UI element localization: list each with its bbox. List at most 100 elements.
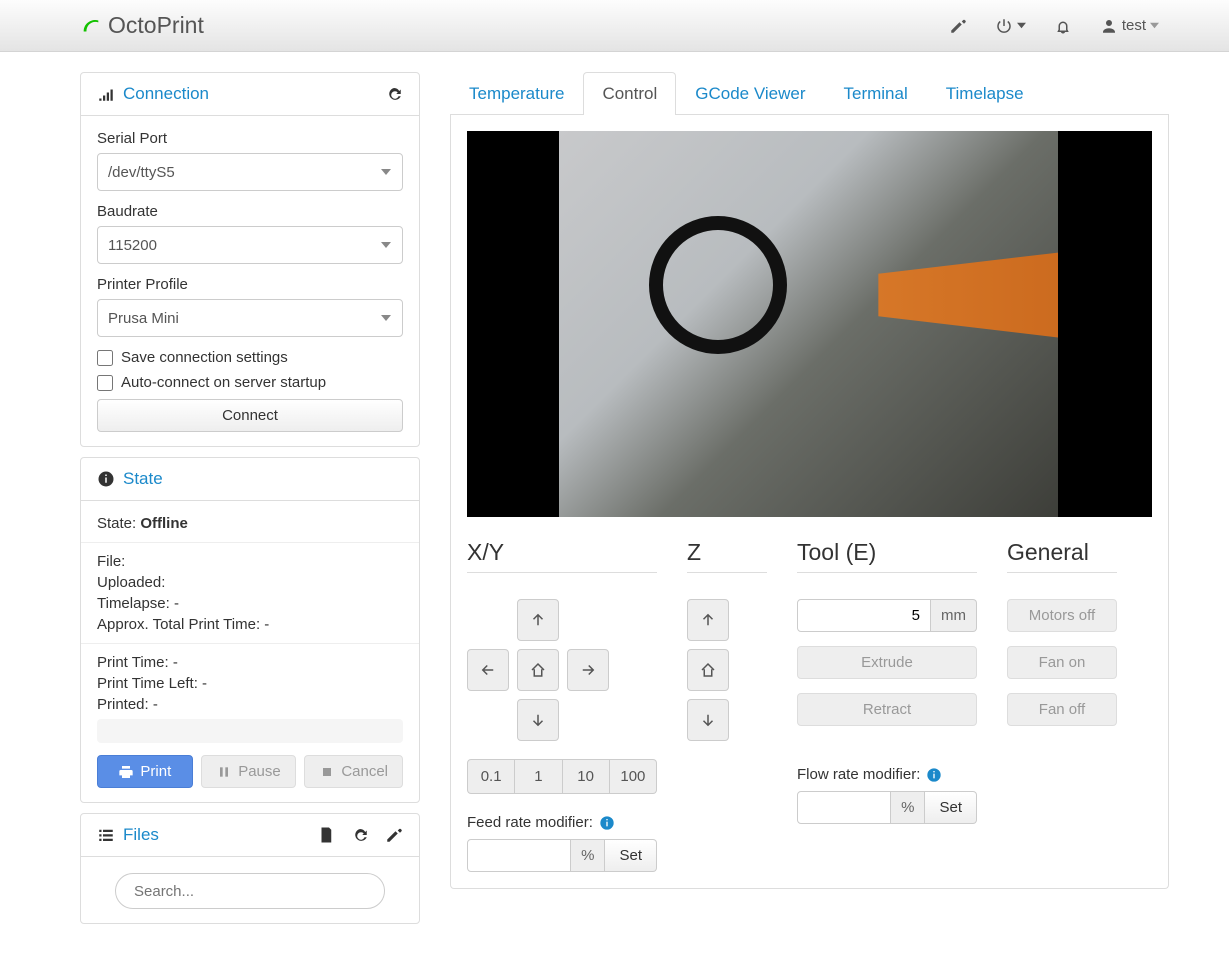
general-controls: General Motors off Fan on Fan off — [1007, 539, 1117, 872]
tab-content: X/Y 0.1 1 — [450, 115, 1169, 889]
sidebar: Connection Serial Port /dev/ttyS5 Baudra… — [80, 72, 420, 934]
state-title[interactable]: State — [123, 469, 163, 489]
baudrate-label: Baudrate — [97, 203, 403, 220]
printtimeleft-line: Print Time Left: - — [97, 675, 403, 692]
home-xy-button[interactable] — [517, 649, 559, 691]
pause-button[interactable]: Pause — [201, 755, 297, 788]
general-title: General — [1007, 539, 1117, 566]
connection-title[interactable]: Connection — [123, 84, 209, 104]
file-line: File: — [97, 553, 403, 570]
jog-z-down-button[interactable] — [687, 699, 729, 741]
notifications-icon[interactable] — [1054, 17, 1072, 35]
flowrate-set-button[interactable]: Set — [925, 791, 977, 824]
signal-icon — [97, 85, 115, 103]
files-search-input[interactable] — [115, 873, 385, 909]
serial-port-label: Serial Port — [97, 130, 403, 147]
z-title: Z — [687, 539, 767, 566]
print-button-label: Print — [140, 763, 171, 780]
tab-timelapse[interactable]: Timelapse — [927, 72, 1043, 115]
user-menu[interactable]: test — [1100, 17, 1159, 35]
jog-y-down-button[interactable] — [517, 699, 559, 741]
feedrate-input[interactable] — [467, 839, 571, 872]
main: Temperature Control GCode Viewer Termina… — [450, 72, 1169, 889]
flowrate-input[interactable] — [797, 791, 891, 824]
xy-title: X/Y — [467, 539, 657, 566]
webcam-stream[interactable] — [467, 131, 1152, 517]
power-icon[interactable] — [995, 17, 1026, 35]
cancel-button-label: Cancel — [341, 763, 388, 780]
jog-y-up-button[interactable] — [517, 599, 559, 641]
jog-x-left-button[interactable] — [467, 649, 509, 691]
brand-text: OctoPrint — [108, 12, 204, 39]
progress-bar — [97, 719, 403, 743]
autoconnect-label: Auto-connect on server startup — [121, 374, 326, 391]
files-title[interactable]: Files — [123, 825, 159, 845]
tool-controls: Tool (E) mm Extrude Retract Flow rate mo… — [797, 539, 977, 872]
navbar: OctoPrint test — [0, 0, 1229, 52]
z-controls: Z — [687, 539, 767, 872]
step-1[interactable]: 1 — [515, 759, 562, 794]
save-settings-checkbox[interactable] — [97, 350, 113, 366]
feedrate-unit: % — [571, 839, 605, 872]
webcam-image — [559, 131, 1058, 517]
files-panel: Files — [80, 813, 420, 924]
profile-select[interactable]: Prusa Mini — [97, 299, 403, 337]
state-label: State: — [97, 515, 140, 532]
fan-off-button[interactable]: Fan off — [1007, 693, 1117, 726]
user-name: test — [1122, 17, 1146, 34]
save-settings-label: Save connection settings — [121, 349, 288, 366]
jog-x-right-button[interactable] — [567, 649, 609, 691]
cancel-button[interactable]: Cancel — [304, 755, 403, 788]
extrude-amount-input[interactable] — [797, 599, 931, 632]
refresh-icon[interactable] — [385, 85, 403, 103]
step-100[interactable]: 100 — [610, 759, 657, 794]
info-icon — [97, 470, 115, 488]
flowrate-unit: % — [891, 791, 925, 824]
step-0-1[interactable]: 0.1 — [467, 759, 515, 794]
flowrate-label: Flow rate modifier: — [797, 766, 920, 783]
timelapse-line: Timelapse: - — [97, 595, 403, 612]
settings-icon[interactable] — [949, 17, 967, 35]
state-panel: State State: Offline File: Uploaded: Tim… — [80, 457, 420, 803]
jog-z-up-button[interactable] — [687, 599, 729, 641]
tab-control[interactable]: Control — [583, 72, 676, 115]
serial-port-select[interactable]: /dev/ttyS5 — [97, 153, 403, 191]
autoconnect-checkbox[interactable] — [97, 375, 113, 391]
list-icon — [97, 826, 115, 844]
tab-gcode[interactable]: GCode Viewer — [676, 72, 824, 115]
uploaded-line: Uploaded: — [97, 574, 403, 591]
brand[interactable]: OctoPrint — [80, 12, 204, 39]
tab-terminal[interactable]: Terminal — [825, 72, 927, 115]
profile-label: Printer Profile — [97, 276, 403, 293]
connection-panel: Connection Serial Port /dev/ttyS5 Baudra… — [80, 72, 420, 447]
baudrate-select[interactable]: 115200 — [97, 226, 403, 264]
tool-title: Tool (E) — [797, 539, 977, 566]
printtime-line: Print Time: - — [97, 654, 403, 671]
pause-button-label: Pause — [238, 763, 281, 780]
printed-line: Printed: - — [97, 696, 403, 713]
extrude-unit: mm — [931, 599, 977, 632]
home-z-button[interactable] — [687, 649, 729, 691]
approx-line: Approx. Total Print Time: - — [97, 616, 403, 633]
motors-off-button[interactable]: Motors off — [1007, 599, 1117, 632]
tabs: Temperature Control GCode Viewer Termina… — [450, 72, 1169, 115]
xy-controls: X/Y 0.1 1 — [467, 539, 657, 872]
feedrate-label: Feed rate modifier: — [467, 814, 593, 831]
print-button[interactable]: Print — [97, 755, 193, 788]
fan-on-button[interactable]: Fan on — [1007, 646, 1117, 679]
wrench-files-icon[interactable] — [385, 826, 403, 844]
state-value: Offline — [140, 515, 188, 532]
info-feedrate-icon[interactable] — [599, 815, 615, 831]
navbar-right: test — [949, 17, 1159, 35]
feedrate-set-button[interactable]: Set — [605, 839, 657, 872]
extrude-button[interactable]: Extrude — [797, 646, 977, 679]
connect-button[interactable]: Connect — [97, 399, 403, 432]
step-distance: 0.1 1 10 100 — [467, 759, 657, 794]
refresh-files-icon[interactable] — [351, 826, 369, 844]
octoprint-logo-icon — [80, 15, 102, 37]
step-10[interactable]: 10 — [563, 759, 610, 794]
sdcard-icon[interactable] — [317, 826, 335, 844]
tab-temperature[interactable]: Temperature — [450, 72, 583, 115]
info-flowrate-icon[interactable] — [926, 767, 942, 783]
retract-button[interactable]: Retract — [797, 693, 977, 726]
